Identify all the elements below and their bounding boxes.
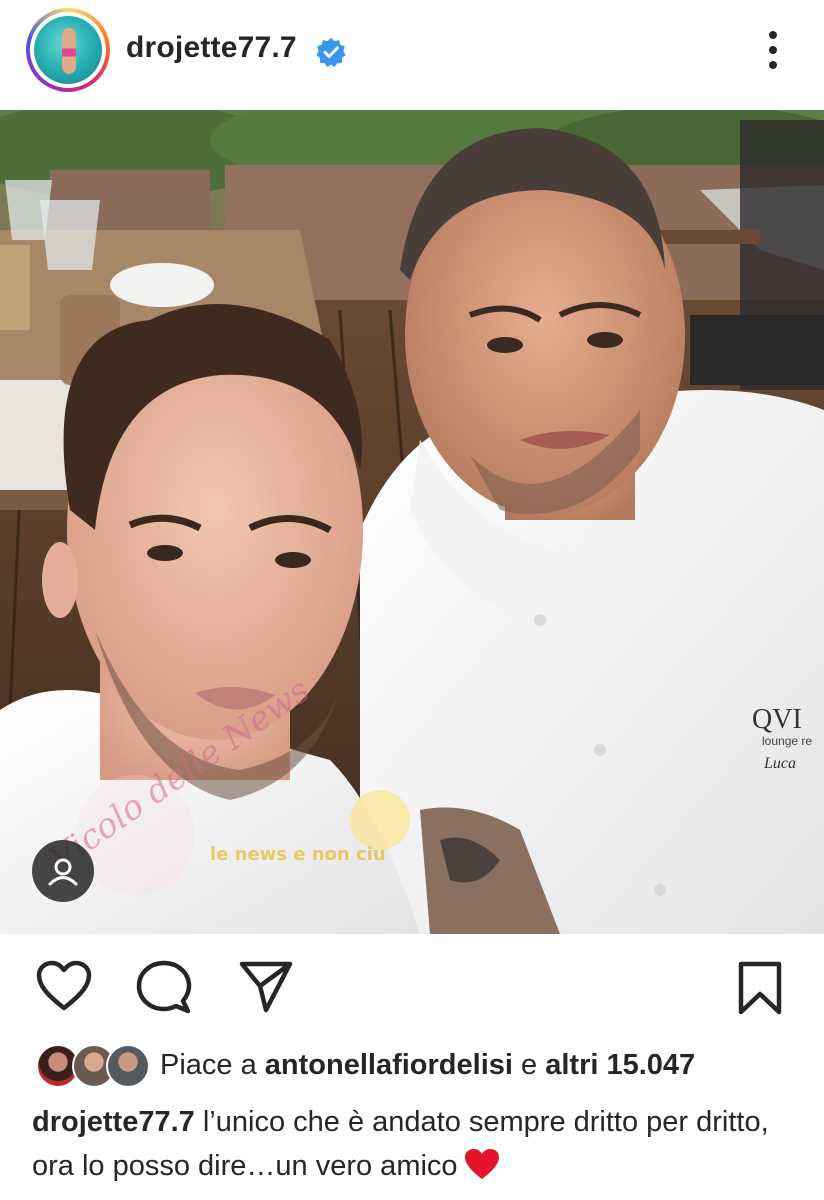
post-username[interactable]: drojette77.7 [126, 31, 297, 65]
likes-others-count[interactable]: altri 15.047 [545, 1049, 695, 1081]
liked-by-username[interactable]: antonellafiordelisi [265, 1049, 513, 1081]
more-vertical-icon[interactable] [762, 28, 784, 72]
caption-username[interactable]: drojette77.7 [32, 1106, 195, 1138]
tagged-people-icon[interactable] [32, 840, 94, 902]
post-photo[interactable]: QVI lounge re Luca Vicolo delle News le … [0, 110, 824, 934]
user-avatar[interactable] [26, 8, 110, 92]
verified-badge-icon [316, 37, 346, 67]
svg-text:le news e non ciu: le news e non ciu [210, 844, 386, 865]
post-actions [0, 944, 824, 1024]
likes-row[interactable]: Piace a antonellafiordelisi e altri 15.0… [0, 1040, 824, 1096]
post-caption: drojette77.7 l’unico che è andato sempre… [32, 1100, 802, 1188]
jacket-logo-sub: lounge re [762, 734, 812, 748]
paper-plane-icon[interactable] [238, 960, 294, 1014]
red-heart-icon [464, 1149, 499, 1179]
jacket-logo-name: Luca [763, 755, 796, 772]
likes-prefix: Piace a [160, 1049, 257, 1081]
jacket-logo-brand: QVI [752, 704, 802, 735]
post-header: drojette77.7 [0, 0, 824, 106]
avatar-image [34, 16, 102, 84]
likes-connector: e [521, 1049, 538, 1081]
likes-text: Piace a antonellafiordelisi e altri 15.0… [160, 1049, 695, 1082]
liker-avatar [106, 1044, 150, 1088]
heart-outline-icon[interactable] [36, 960, 92, 1012]
comment-bubble-icon[interactable] [136, 960, 192, 1016]
bookmark-outline-icon[interactable] [736, 960, 784, 1016]
